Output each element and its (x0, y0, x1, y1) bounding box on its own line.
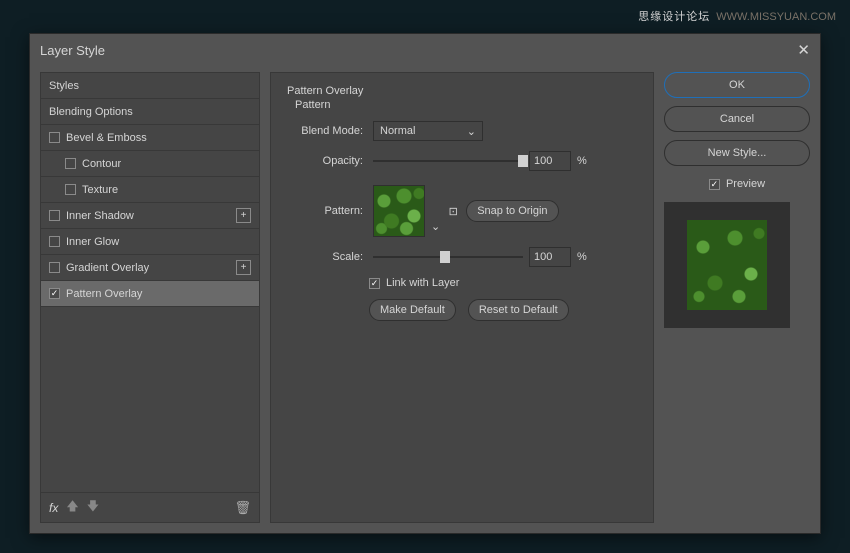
settings-panel: Pattern Overlay Pattern Blend Mode: Norm… (270, 72, 654, 523)
cancel-button[interactable]: Cancel (664, 106, 810, 132)
dialog-title: Layer Style (40, 43, 105, 58)
arrow-up-icon[interactable]: 🡅 (66, 497, 78, 518)
checkbox-link-with-layer[interactable]: ✓ (369, 278, 380, 289)
preview-thumbnail (687, 220, 767, 310)
sidebar-item-pattern-overlay[interactable]: ✓Pattern Overlay (41, 281, 259, 307)
sidebar-item-inner-shadow[interactable]: Inner Shadow + (41, 203, 259, 229)
sidebar-item-bevel-emboss[interactable]: Bevel & Emboss (41, 125, 259, 151)
checkbox-pattern-overlay[interactable]: ✓ (49, 288, 60, 299)
trash-icon[interactable]: 🗑 (234, 500, 251, 516)
watermark: 思缘设计论坛WWW.MISSYUAN.COM (638, 8, 836, 24)
make-default-button[interactable]: Make Default (369, 299, 456, 321)
preview-thumbnail-box (664, 202, 790, 328)
layer-style-dialog: Layer Style ✕ Styles Blending Options Be… (29, 33, 821, 534)
link-with-layer-label: Link with Layer (386, 277, 459, 289)
arrow-down-icon[interactable]: 🡇 (87, 497, 99, 518)
scale-label: Scale: (287, 251, 363, 263)
snap-icon[interactable]: ⊡ (446, 205, 460, 218)
sidebar-footer: fx 🡅 🡇 🗑 (41, 492, 259, 522)
pattern-thumbnail (374, 186, 424, 236)
sidebar-item-inner-glow[interactable]: Inner Glow (41, 229, 259, 255)
checkbox-contour[interactable] (65, 158, 76, 169)
scale-input[interactable]: 100 (529, 247, 571, 267)
pattern-swatch[interactable] (373, 185, 425, 237)
pattern-label: Pattern: (287, 205, 363, 217)
preview-label: Preview (726, 178, 765, 190)
new-style-button[interactable]: New Style... (664, 140, 810, 166)
ok-button[interactable]: OK (664, 72, 810, 98)
opacity-input[interactable]: 100 (529, 151, 571, 171)
checkbox-preview[interactable]: ✓ (709, 179, 720, 190)
opacity-label: Opacity: (287, 155, 363, 167)
checkbox-bevel[interactable] (49, 132, 60, 143)
add-gradient-overlay-icon[interactable]: + (236, 260, 251, 275)
sidebar-item-contour[interactable]: Contour (41, 151, 259, 177)
blend-mode-label: Blend Mode: (287, 125, 363, 137)
checkbox-texture[interactable] (65, 184, 76, 195)
opacity-slider[interactable] (373, 154, 523, 168)
checkbox-inner-glow[interactable] (49, 236, 60, 247)
styles-sidebar: Styles Blending Options Bevel & Emboss C… (40, 72, 260, 523)
sidebar-item-texture[interactable]: Texture (41, 177, 259, 203)
checkbox-inner-shadow[interactable] (49, 210, 60, 221)
sidebar-item-gradient-overlay[interactable]: Gradient Overlay + (41, 255, 259, 281)
add-inner-shadow-icon[interactable]: + (236, 208, 251, 223)
checkbox-gradient-overlay[interactable] (49, 262, 60, 273)
reset-to-default-button[interactable]: Reset to Default (468, 299, 569, 321)
snap-to-origin-button[interactable]: Snap to Origin (466, 200, 558, 222)
fx-icon[interactable]: fx (49, 501, 58, 515)
section-subtitle: Pattern (295, 99, 637, 111)
titlebar[interactable]: Layer Style ✕ (30, 34, 820, 66)
blend-mode-select[interactable]: Normal ⌄ (373, 121, 483, 141)
scale-slider[interactable] (373, 250, 523, 264)
section-title: Pattern Overlay (287, 85, 637, 97)
chevron-down-icon: ⌄ (467, 125, 476, 138)
sidebar-item-blending-options[interactable]: Blending Options (41, 99, 259, 125)
sidebar-item-styles[interactable]: Styles (41, 73, 259, 99)
chevron-down-icon[interactable]: ⌄ (431, 220, 440, 233)
close-icon[interactable]: ✕ (797, 41, 810, 59)
right-panel: OK Cancel New Style... ✓ Preview (664, 72, 810, 523)
